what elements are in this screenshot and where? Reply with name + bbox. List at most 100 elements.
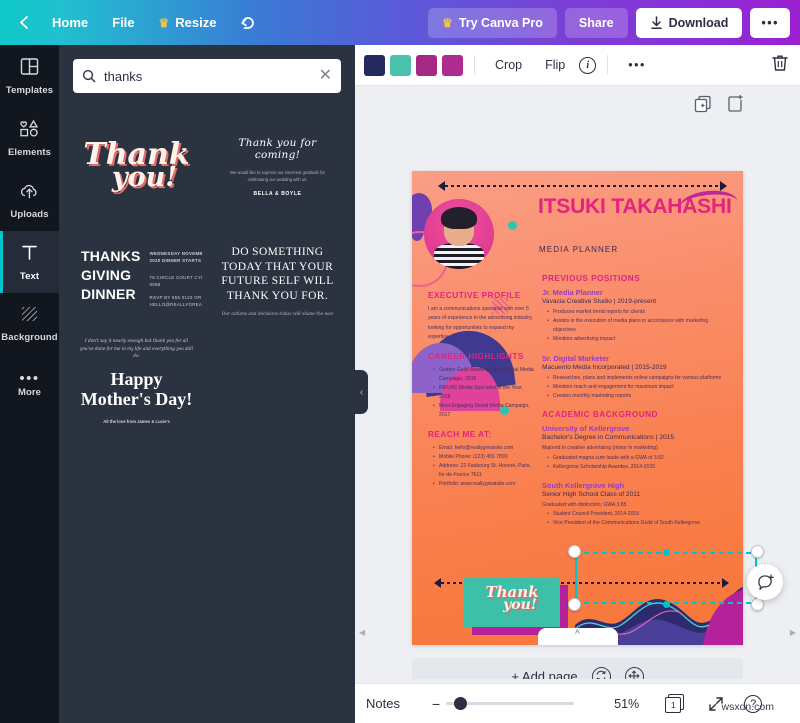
resize-handle-bottom-left[interactable] xyxy=(568,598,581,611)
school-org: Bachelor's Degree in Communications | 20… xyxy=(542,434,674,442)
thanksgiving-details: WEDNESDAY NOVEMBER 21, 2020 DINNER START… xyxy=(150,247,202,307)
collapse-panel-button[interactable]: ‹ xyxy=(355,370,368,414)
list-item: Student Council President, 2014-2015 xyxy=(547,510,730,519)
sidebar-item-label: Background xyxy=(1,332,58,343)
school-note: Graduated with distinction; GWA 3.85 xyxy=(542,501,627,508)
decor-dot-teal xyxy=(508,221,517,230)
sidebar-item-templates[interactable]: Templates xyxy=(0,45,59,107)
list-item: Most Engaging Social Media Campaign, 201… xyxy=(433,402,534,420)
sidebar-item-uploads[interactable]: Uploads xyxy=(0,169,59,231)
list-item: Creates monthly marketing reports xyxy=(547,392,730,401)
crop-button[interactable]: Crop xyxy=(486,52,531,78)
reach-me-heading: REACH ME AT: xyxy=(428,429,492,439)
thanksgiving-detail3: RSVP BY 555 0123 OR HELLO@REALLYGREATSIT… xyxy=(149,295,202,308)
resume-name[interactable]: ITSUKI TAKAHASHI xyxy=(538,196,732,218)
page-number: 1 xyxy=(665,696,682,713)
zoom-out-button[interactable]: − xyxy=(432,697,440,711)
top-toolbar-right: ♛ Try Canva Pro Share Download ••• xyxy=(428,7,800,38)
expand-panel-handle[interactable]: ^ xyxy=(537,628,618,645)
page-count-button[interactable]: 1 xyxy=(665,693,686,714)
top-more-label: ••• xyxy=(761,15,779,30)
download-icon xyxy=(650,15,662,29)
info-icon[interactable]: i xyxy=(579,56,597,74)
template-card-thanksgiving-dinner[interactable]: THANKS GIVING DINNER WEDNESDAY NOVEMBER … xyxy=(71,235,202,315)
sidebar-item-text[interactable]: Text xyxy=(0,231,59,293)
resize-handle-top-left[interactable] xyxy=(568,545,581,558)
sidebar-item-label: Uploads xyxy=(10,208,49,220)
school-bullets: Graduated magna cum laude with a GWA of … xyxy=(542,454,730,472)
color-swatch-3[interactable] xyxy=(416,54,437,76)
resume-role[interactable]: MEDIA PLANNER xyxy=(539,245,618,254)
school-entry: University of Kellergrove Bachelor's Deg… xyxy=(542,424,730,472)
try-pro-label: Try Canva Pro xyxy=(458,15,543,30)
list-item: Email: hello@reallygreatsite.com xyxy=(433,444,534,453)
trash-icon[interactable] xyxy=(772,54,791,77)
template-card-thank-you[interactable]: Thank you! xyxy=(71,107,202,225)
template-card-thank-you-for-coming[interactable]: Thank you for coming! We would like to e… xyxy=(212,107,343,225)
resize-handle-bottom-right[interactable] xyxy=(751,598,764,611)
resize-button[interactable]: ♛ Resize xyxy=(148,8,228,37)
arrow-left-icon xyxy=(438,181,445,191)
add-page-icon[interactable] xyxy=(726,94,744,118)
flip-button[interactable]: Flip xyxy=(536,52,574,78)
mothers-day-top: I don't say it nearly enough but thank y… xyxy=(80,338,193,359)
color-swatch-1[interactable] xyxy=(364,54,385,76)
resize-handle-top-right[interactable] xyxy=(751,545,764,558)
sidebar-item-label: Text xyxy=(19,270,40,282)
job-org: Macuento Media Incorporated | 2015-2019 xyxy=(542,363,667,371)
coming-names: BELLA & BOYLE xyxy=(253,191,302,198)
resize-handle-top-mid[interactable] xyxy=(662,548,670,556)
text-icon xyxy=(20,243,39,267)
back-button[interactable] xyxy=(10,9,39,36)
sticker-line2: you! xyxy=(503,597,537,614)
download-button[interactable]: Download xyxy=(635,7,743,38)
notes-button[interactable]: Notes xyxy=(366,696,400,711)
career-highlights-heading: CAREER HIGHLIGHTS xyxy=(428,351,524,361)
thank-you-sticker[interactable]: Thank you! xyxy=(464,577,560,627)
list-item: Portfolio: www.reallygreatsite.com xyxy=(433,480,534,489)
top-more-button[interactable]: ••• xyxy=(750,7,790,38)
undo-button[interactable] xyxy=(230,9,265,36)
executive-profile-body: I am a communications specialist with ov… xyxy=(428,306,533,341)
crown-icon: ♛ xyxy=(158,15,170,30)
sidebar-item-background[interactable]: Background xyxy=(0,293,59,355)
zoom-slider-knob[interactable] xyxy=(454,697,468,710)
add-comment-button[interactable] xyxy=(747,564,783,600)
move-icon[interactable] xyxy=(624,666,644,679)
thanksgiving-line3: DINNER xyxy=(81,285,136,302)
editor-area: Crop Flip i ••• ITSUKI TAKAHASHI MEDIA P… xyxy=(355,45,800,723)
scroll-left-arrow[interactable]: ◀ xyxy=(359,628,365,637)
scroll-right-arrow[interactable]: ▶ xyxy=(790,628,796,637)
sidebar-item-elements[interactable]: Elements xyxy=(0,107,59,169)
academic-background-heading: ACADEMIC BACKGROUND xyxy=(542,410,658,420)
zoom-percentage[interactable]: 51% xyxy=(614,697,639,711)
close-icon[interactable]: ✕ xyxy=(319,68,332,84)
duplicate-page-icon[interactable] xyxy=(694,95,712,118)
resize-handle-bottom-mid[interactable] xyxy=(662,600,670,608)
rotate-icon[interactable] xyxy=(591,666,611,679)
list-item: Kellergrove Scholarship Awardee, 2014-20… xyxy=(547,463,730,472)
template-card-quote[interactable]: DO SOMETHING TODAY THAT YOUR FUTURE SELF… xyxy=(212,235,343,315)
selection-box[interactable] xyxy=(568,545,764,611)
career-highlights-list: Golden Guild Award for Best Social Media… xyxy=(428,366,534,421)
thanksgiving-line1: THANKS xyxy=(81,248,141,264)
try-canva-pro-button[interactable]: ♛ Try Canva Pro xyxy=(428,7,557,38)
zoom-slider[interactable] xyxy=(446,697,575,710)
search-input[interactable] xyxy=(104,68,311,84)
quote-text: DO SOMETHING TODAY THAT YOUR FUTURE SELF… xyxy=(221,246,334,303)
template-card-mothers-day[interactable]: I don't say it nearly enough but thank y… xyxy=(71,325,202,433)
executive-profile-heading: EXECUTIVE PROFILE xyxy=(428,291,521,300)
list-item: INFLNC Media Specialist of the Year, 201… xyxy=(433,384,534,402)
color-swatch-2[interactable] xyxy=(390,54,411,76)
decor-dotted-arrow-top xyxy=(438,181,727,191)
color-swatch-4[interactable] xyxy=(442,54,463,76)
share-button[interactable]: Share xyxy=(564,7,628,38)
element-more-button[interactable]: ••• xyxy=(619,52,655,78)
home-button[interactable]: Home xyxy=(41,8,99,37)
file-menu-button[interactable]: File xyxy=(101,8,145,37)
search-box[interactable]: ✕ xyxy=(73,59,341,93)
arrow-left-icon xyxy=(434,578,441,588)
add-page-button[interactable]: + Add page xyxy=(412,658,743,679)
list-item: Graduated magna cum laude with a GWA of … xyxy=(547,454,730,463)
sidebar-item-more[interactable]: ••• More xyxy=(0,355,59,417)
